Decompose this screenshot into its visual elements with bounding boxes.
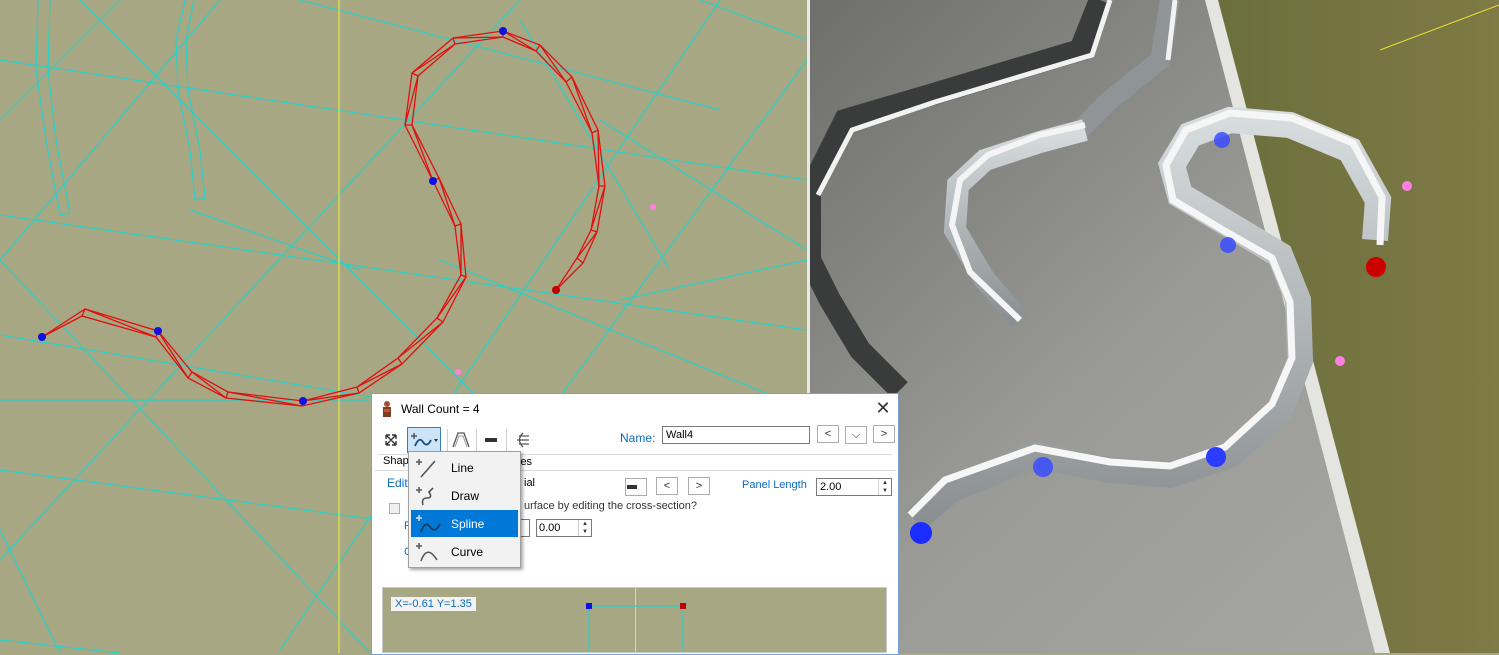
menu-item-label: Line xyxy=(451,460,474,475)
minus-bar-icon xyxy=(627,485,637,489)
dialog-title: Wall Count = 4 xyxy=(401,402,480,416)
cross-section-icon xyxy=(517,432,529,448)
spline-control-point[interactable] xyxy=(299,397,307,405)
draw-mode-dropdown-button[interactable] xyxy=(407,427,441,453)
cross-section-shape[interactable] xyxy=(383,588,887,653)
cross-section-tool-button[interactable] xyxy=(512,429,534,451)
profile-tool-button[interactable] xyxy=(450,429,472,451)
offset-spinner[interactable]: 0.00 ▲ ▼ xyxy=(536,519,592,537)
name-field[interactable] xyxy=(662,426,810,444)
menu-item-draw[interactable]: Draw xyxy=(411,482,518,509)
draw-mode-menu: Line Draw Spline Curve xyxy=(408,451,521,568)
3d-control-point[interactable] xyxy=(1214,132,1230,148)
offset-value[interactable]: 0.00 xyxy=(537,522,560,534)
previous-wall-button[interactable]: < xyxy=(817,425,839,443)
previous-segment-button[interactable]: < xyxy=(656,477,678,495)
line-tool-icon xyxy=(416,458,436,478)
3d-control-point[interactable] xyxy=(1033,457,1053,477)
3d-scene[interactable] xyxy=(810,0,1499,653)
minus-bar-icon xyxy=(485,438,497,442)
spline-tool-icon xyxy=(416,514,441,532)
3d-viewport[interactable] xyxy=(810,0,1499,653)
remove-segment-button[interactable] xyxy=(625,478,647,496)
spline-control-point[interactable] xyxy=(38,333,46,341)
selected-wall-spline[interactable] xyxy=(41,30,606,407)
dialog-titlebar[interactable]: Wall Count = 4 ✕ xyxy=(372,394,898,424)
next-segment-button[interactable]: > xyxy=(688,477,710,495)
cs-control-point[interactable] xyxy=(586,603,592,609)
toolbar-separator xyxy=(447,429,448,451)
cs-control-point[interactable] xyxy=(680,603,686,609)
3d-marker-point[interactable] xyxy=(1402,181,1412,191)
menu-item-label: Curve xyxy=(451,544,484,559)
panel-tool-button[interactable] xyxy=(480,429,502,451)
cross-section-editor[interactable]: X=-0.61 Y=1.35 xyxy=(382,587,887,653)
surface-checkbox[interactable] xyxy=(389,503,400,514)
edit-link[interactable]: Edit xyxy=(387,476,408,490)
marker-point[interactable] xyxy=(650,204,656,210)
3d-control-point[interactable] xyxy=(910,522,932,544)
menu-item-curve[interactable]: Curve xyxy=(411,538,518,565)
panel-length-spinner[interactable]: 2.00 ▲ ▼ xyxy=(816,478,892,496)
fit-view-button[interactable] xyxy=(380,429,402,451)
spline-end-point[interactable] xyxy=(552,286,560,294)
3d-end-point[interactable] xyxy=(1366,257,1386,277)
spin-arrows-icon[interactable]: ▲ ▼ xyxy=(878,479,891,495)
panel-length-label: Panel Length xyxy=(742,479,807,491)
3d-control-point[interactable] xyxy=(1220,237,1236,253)
curve-tool-icon xyxy=(416,542,438,561)
spin-arrows-icon[interactable]: ▲ ▼ xyxy=(578,520,591,536)
next-wall-button[interactable]: > xyxy=(873,425,895,443)
profile-shape-icon xyxy=(452,432,470,448)
3d-marker-point[interactable] xyxy=(1335,356,1345,366)
name-label: Name: xyxy=(620,431,656,445)
left-spinner-edge[interactable] xyxy=(520,519,530,537)
close-button[interactable]: ✕ xyxy=(872,398,894,420)
spline-control-point[interactable] xyxy=(154,327,162,335)
panel-length-value[interactable]: 2.00 xyxy=(817,481,841,493)
tab-shape[interactable]: Shap xyxy=(383,455,409,467)
toolbar-separator xyxy=(476,429,477,451)
spline-control-point[interactable] xyxy=(499,27,507,35)
menu-item-label: Draw xyxy=(451,488,480,503)
menu-item-label: Spline xyxy=(451,516,485,531)
menu-item-spline[interactable]: Spline xyxy=(411,510,518,537)
marker-point[interactable] xyxy=(455,369,461,375)
3d-control-point[interactable] xyxy=(1206,447,1226,467)
toolbar-separator xyxy=(506,429,507,451)
surface-option-text: urface by editing the cross-section? xyxy=(524,500,698,512)
wall-tool-icon xyxy=(383,401,391,417)
menu-item-line[interactable]: Line xyxy=(411,454,518,481)
material-label: ial xyxy=(524,477,536,489)
expand-arrows-icon xyxy=(385,434,397,446)
spline-control-point[interactable] xyxy=(429,177,437,185)
wall-list-dropdown-button[interactable]: ⌵ xyxy=(845,426,867,444)
draw-tool-icon xyxy=(416,486,434,505)
spline-tool-icon xyxy=(411,433,438,447)
